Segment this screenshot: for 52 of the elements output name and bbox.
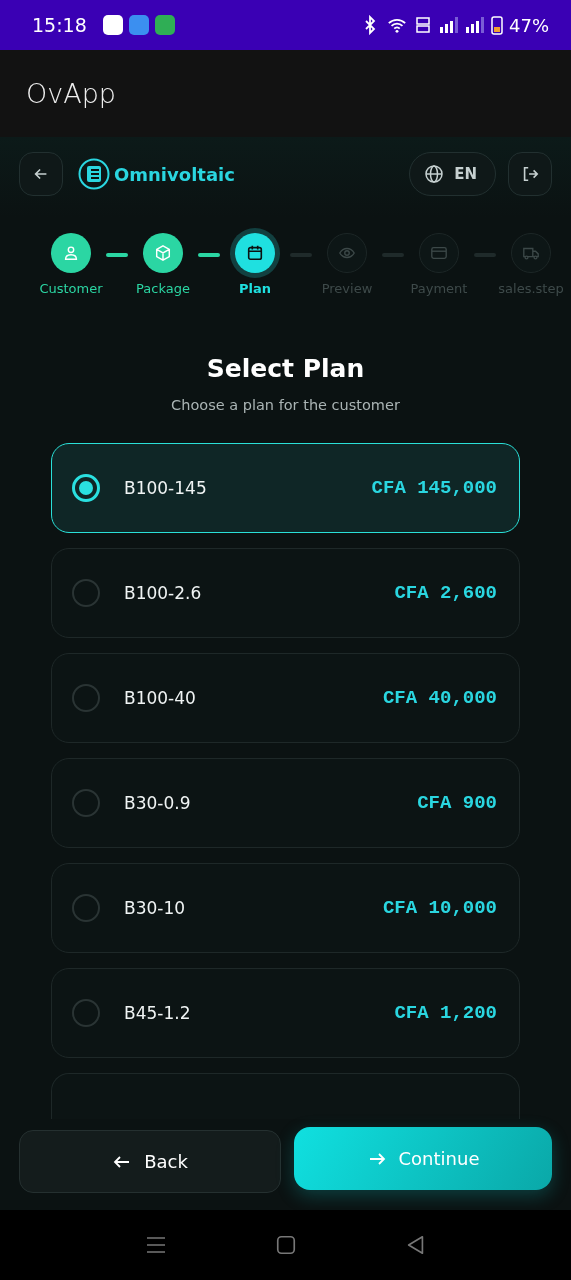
plan-option[interactable] [51, 1073, 520, 1119]
calendar-icon [246, 244, 264, 262]
signal-icon [465, 15, 485, 35]
brand-name: Omnivoltaic [114, 163, 235, 185]
cube-icon [154, 244, 172, 262]
volte-icon [413, 15, 433, 35]
logout-icon [521, 165, 539, 183]
plan-price: CFA 10,000 [382, 897, 497, 919]
plan-price: CFA 2,600 [394, 582, 497, 604]
radio-button[interactable] [72, 684, 100, 712]
plan-price: CFA 145,000 [371, 477, 497, 499]
logout-button[interactable] [508, 152, 552, 196]
app-title: OvApp [26, 78, 116, 109]
plan-price: CFA 1,200 [394, 1002, 497, 1024]
back-button[interactable]: Back [19, 1130, 281, 1193]
plan-option[interactable]: B30-10 CFA 10,000 [51, 863, 520, 953]
plan-name: B45-1.2 [124, 1003, 191, 1023]
step-label: sales.step [498, 281, 564, 296]
language-button[interactable]: EN [409, 152, 496, 196]
plan-option[interactable]: B45-1.2 CFA 1,200 [51, 968, 520, 1058]
plan-price: CFA 900 [417, 792, 497, 814]
plan-option[interactable]: B100-145 CFA 145,000 [51, 443, 520, 533]
plan-name: B30-10 [124, 898, 186, 918]
battery-icon [491, 15, 503, 35]
page-subtitle: Choose a plan for the customer [170, 397, 401, 413]
plan-name: B30-0.9 [124, 793, 191, 813]
person-icon [62, 244, 80, 262]
globe-icon [424, 164, 445, 184]
clock-time: 15:18 [32, 14, 87, 36]
radio-button[interactable] [72, 999, 100, 1027]
step-label: Package [136, 281, 190, 296]
card-icon [430, 244, 448, 262]
step-label: Payment [410, 281, 468, 296]
plan-name: B100-145 [124, 478, 207, 498]
back-arrow-button[interactable] [19, 152, 63, 196]
step-label: Customer [39, 281, 103, 296]
plan-option[interactable]: B30-0.9 CFA 900 [51, 758, 520, 848]
plan-option[interactable]: B100-2.6 CFA 2,600 [51, 548, 520, 638]
logo-icon [78, 158, 110, 190]
battery-level: 47% [509, 14, 549, 36]
plan-name: B100-2.6 [124, 583, 202, 603]
radio-button[interactable] [72, 579, 100, 607]
plan-option[interactable]: B100-40 CFA 40,000 [51, 653, 520, 743]
plan-name: B100-40 [124, 688, 196, 708]
page-title: Select Plan [205, 354, 366, 383]
radio-button[interactable] [72, 789, 100, 817]
step-label: Preview [321, 281, 373, 296]
radio-button[interactable] [72, 894, 100, 922]
step-label: Plan [239, 281, 271, 296]
plan-price: CFA 40,000 [382, 687, 497, 709]
signal-icon [439, 15, 459, 35]
home-icon[interactable] [275, 1234, 298, 1256]
